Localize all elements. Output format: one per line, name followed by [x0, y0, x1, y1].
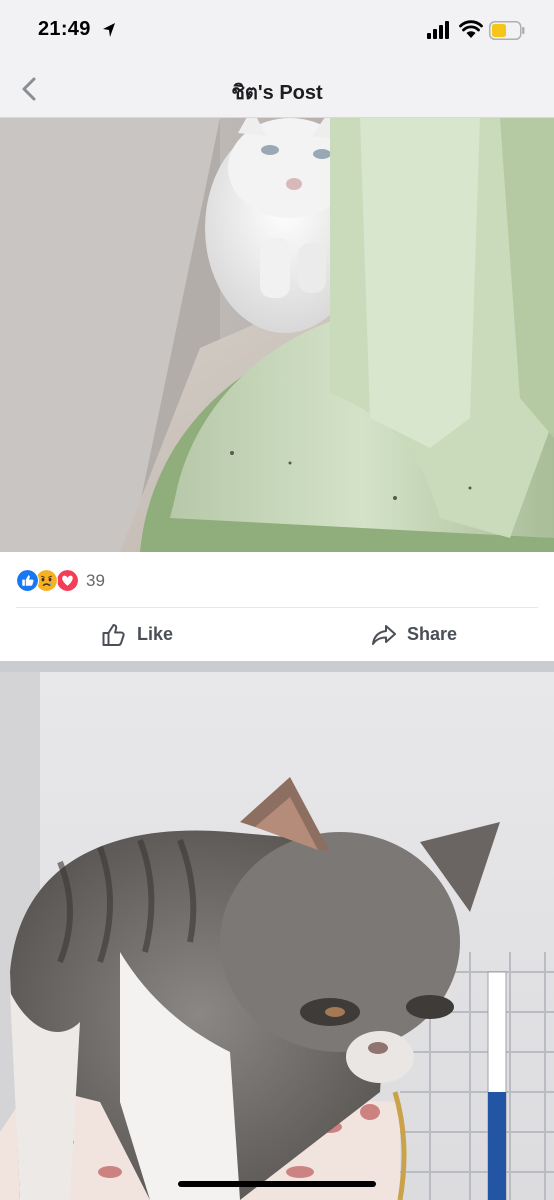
cellular-signal-icon: [427, 21, 449, 39]
post-photo-tabby-kitten[interactable]: [0, 672, 554, 1200]
reactions-row[interactable]: 39: [0, 552, 554, 608]
home-indicator[interactable]: [178, 1181, 376, 1187]
nav-bar: ชิต's Post: [0, 60, 554, 118]
wifi-icon: [459, 20, 483, 38]
love-reaction-icon: [56, 569, 79, 592]
feed-separator: [0, 661, 554, 672]
thumbs-up-icon: [102, 623, 125, 646]
share-label: Share: [407, 624, 458, 644]
share-arrow-icon: [372, 624, 396, 645]
battery-icon: [489, 21, 525, 40]
reaction-count: 39: [86, 571, 105, 590]
like-button[interactable]: Like: [101, 608, 173, 661]
post-actions: Like Share: [0, 608, 554, 661]
like-label: Like: [137, 624, 174, 644]
like-reaction-icon: [16, 569, 39, 592]
post-photo-white-cat[interactable]: [0, 118, 554, 552]
status-bar: 21:49: [0, 0, 554, 60]
status-time: 21:49: [38, 18, 91, 40]
share-button[interactable]: Share: [371, 608, 457, 661]
location-arrow-icon: [103, 23, 115, 37]
page-title: ชิต's Post: [231, 82, 323, 104]
